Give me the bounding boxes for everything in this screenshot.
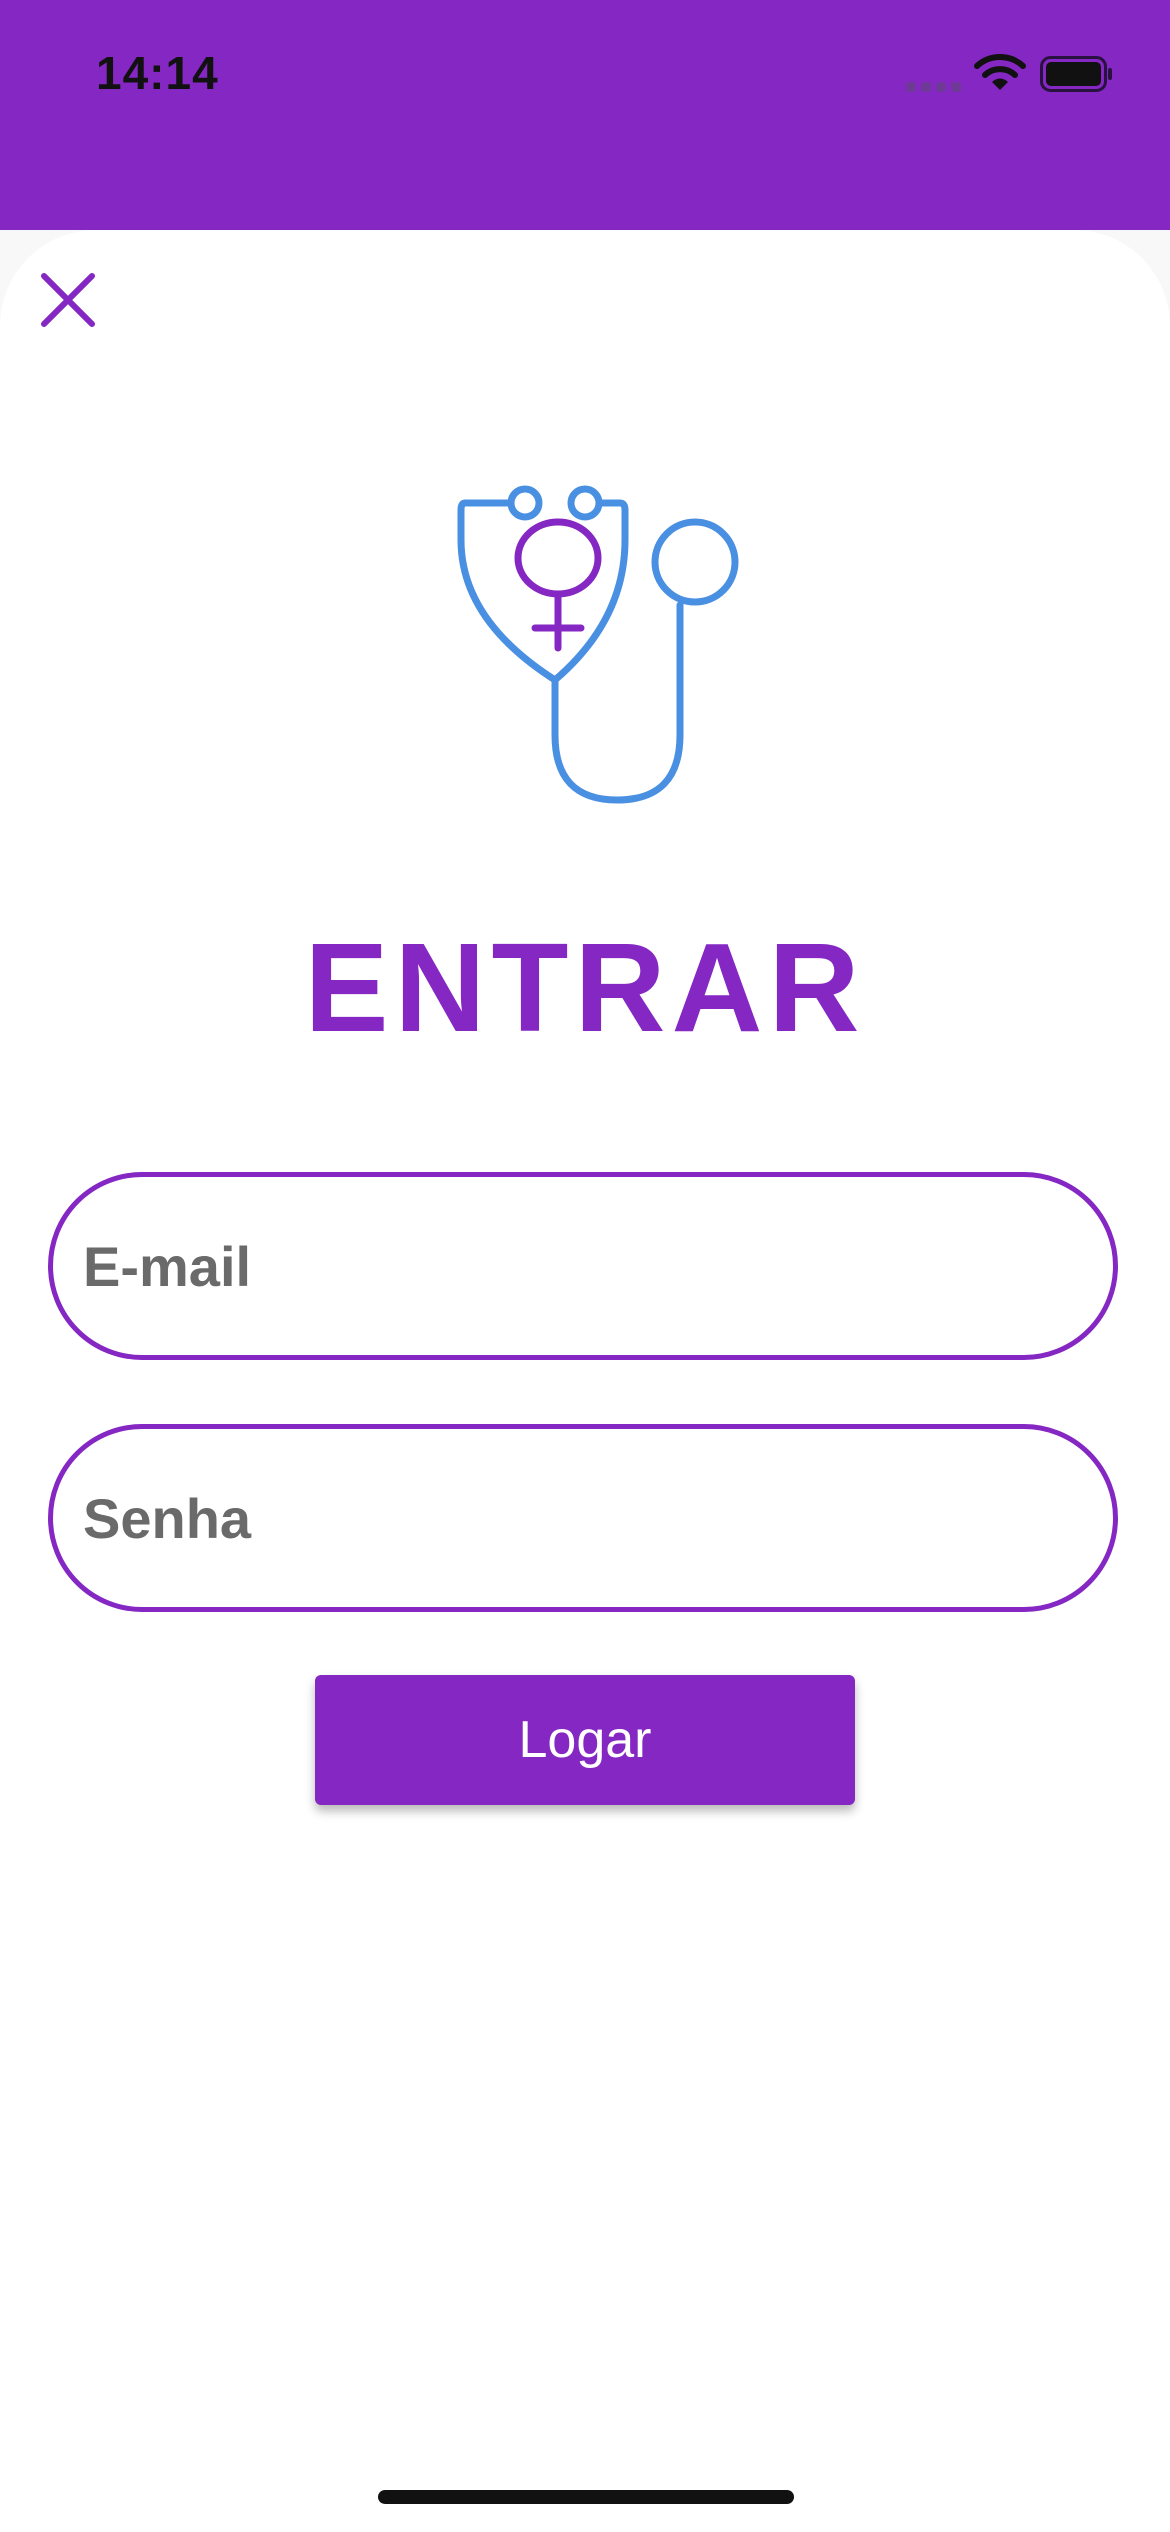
wifi-icon <box>974 54 1026 90</box>
battery-icon <box>1040 56 1112 92</box>
signal-icon <box>906 82 962 92</box>
password-input[interactable] <box>83 1429 1083 1607</box>
email-field[interactable] <box>48 1172 1118 1360</box>
page-title: ENTRAR <box>304 917 866 1058</box>
close-icon[interactable] <box>36 268 100 332</box>
stethoscope-female-icon <box>457 485 739 804</box>
email-input[interactable] <box>83 1177 1083 1355</box>
home-indicator <box>378 2490 794 2504</box>
status-bar: 14:14 <box>0 0 1170 230</box>
login-button[interactable]: Logar <box>315 1675 855 1805</box>
status-time: 14:14 <box>96 47 219 99</box>
password-field[interactable] <box>48 1424 1118 1612</box>
